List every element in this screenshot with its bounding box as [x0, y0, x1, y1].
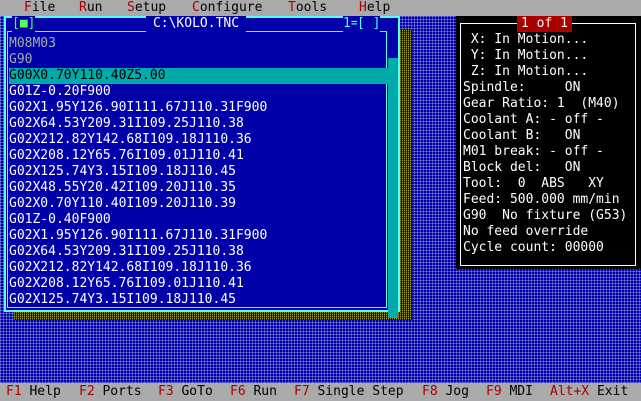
gcode-line[interactable]: G01Z-0.40F900 — [9, 212, 389, 228]
status-feed-override: No feed override — [463, 224, 589, 239]
fkey-jog[interactable]: F8 Jog — [422, 384, 469, 400]
menu-file-label: ile — [31, 0, 56, 15]
gcode-line[interactable]: G90 — [9, 52, 389, 68]
zoom-box-icon[interactable]: [ ] — [357, 16, 381, 32]
editor-title: C:\KOLO.TNC — [146, 16, 246, 32]
status-fixture: G90 No fixture (G53) — [463, 208, 628, 223]
fkey-key: F1 — [6, 384, 22, 399]
status-feed: Feed: 500.000 mm/min — [463, 192, 620, 207]
gcode-listing[interactable]: M08M03 G90 G00X0.70Y110.40Z5.00 G01Z-0.2… — [9, 36, 389, 308]
fkey-mdi[interactable]: F9 MDI — [486, 384, 533, 400]
fkey-single-step[interactable]: F7 Single Step — [294, 384, 404, 400]
status-lines: X: In Motion... Y: In Motion... Z: In Mo… — [463, 32, 627, 256]
menu-tools-label: ools — [295, 0, 328, 15]
status-page-badge: 1 of 1 — [517, 16, 572, 32]
gcode-line[interactable]: G02X0.70Y110.40I109.20J110.39 — [9, 196, 389, 212]
menu-setup-hotkey: S — [127, 0, 135, 15]
menu-configure-hotkey: C — [192, 0, 200, 15]
menu-configure-label: onfigure — [199, 0, 263, 15]
menu-help[interactable]: Help — [359, 0, 390, 16]
fkey-key: F2 — [79, 384, 95, 399]
menu-setup-label: etup — [134, 0, 167, 15]
gcode-line[interactable]: G02X125.74Y3.15I109.18J110.45 — [9, 292, 389, 308]
status-frame: 1 of 1 X: In Motion... Y: In Motion... Z… — [460, 16, 636, 266]
fkey-label: Run — [245, 384, 277, 399]
status-cycle-count: Cycle count: 00000 — [463, 240, 604, 255]
vertical-scrollbar[interactable] — [388, 48, 398, 318]
status-y-axis: Y: In Motion... — [463, 48, 589, 63]
gcode-line[interactable]: G02X212.82Y142.68I109.18J110.36 — [9, 132, 389, 148]
gcode-line[interactable]: G02X208.12Y65.76I109.01J110.41 — [9, 148, 389, 164]
close-box-icon[interactable]: [■] — [12, 16, 36, 32]
status-m01-break: M01 break: - off - — [463, 144, 604, 159]
menu-bar: File Run Setup Configure Tools Help — [0, 0, 641, 16]
menu-run-label: un — [86, 0, 103, 15]
menu-tools[interactable]: Tools — [288, 0, 327, 16]
fkey-key: F9 — [486, 384, 502, 399]
gcode-line[interactable]: G02X125.74Y3.15I109.18J110.45 — [9, 164, 389, 180]
menu-tools-hotkey: T — [288, 0, 296, 15]
fkey-key: F8 — [422, 384, 438, 399]
fkey-label: Help — [21, 384, 61, 399]
menu-help-label: elp — [366, 0, 391, 15]
scrollbar-thumb[interactable] — [388, 48, 398, 58]
gcode-line[interactable]: G02X1.95Y126.90I111.67J110.31F900 — [9, 100, 389, 116]
status-tool: Tool: 0 ABS XY — [463, 176, 604, 191]
menu-run[interactable]: Run — [79, 0, 102, 16]
fkey-key: F6 — [230, 384, 246, 399]
fkey-label: Exit — [589, 384, 629, 399]
menu-file-hotkey: F — [24, 0, 32, 15]
menu-run-hotkey: R — [79, 0, 87, 15]
gcode-line[interactable]: G02X1.95Y126.90I111.67J110.31F900 — [9, 228, 389, 244]
status-x-axis: X: In Motion... — [463, 32, 589, 47]
fkey-label: Ports — [94, 384, 142, 399]
fkey-label: Single Step — [309, 384, 404, 399]
fkey-exit[interactable]: Alt+X Exit — [550, 384, 628, 400]
menu-setup[interactable]: Setup — [127, 0, 166, 16]
editor-titlebar: [■] C:\KOLO.TNC 1= [ ] — [6, 16, 398, 32]
gcode-line[interactable]: G02X48.55Y20.42I109.20J110.35 — [9, 180, 389, 196]
menu-help-hotkey: H — [359, 0, 367, 15]
fkey-key: Alt+X — [550, 384, 590, 399]
status-gear-ratio: Gear Ratio: 1 (M40) — [463, 96, 620, 111]
gcode-line[interactable]: G01Z-0.20F900 — [9, 84, 389, 100]
fkey-ports[interactable]: F2 Ports — [79, 384, 142, 400]
fkey-goto[interactable]: F3 GoTo — [158, 384, 213, 400]
gcode-line[interactable]: G02X212.82Y142.68I109.18J110.36 — [9, 260, 389, 276]
fkey-help[interactable]: F1 Help — [6, 384, 61, 400]
machine-status-panel: 1 of 1 X: In Motion... Y: In Motion... Z… — [456, 16, 641, 269]
status-spindle: Spindle: ON — [463, 80, 581, 95]
gcode-line[interactable]: G02X208.12Y65.76I109.01J110.41 — [9, 276, 389, 292]
fkey-key: F7 — [294, 384, 310, 399]
fkey-label: Jog — [437, 384, 469, 399]
gcode-line-selected[interactable]: G00X0.70Y110.40Z5.00 — [9, 68, 389, 84]
menu-file[interactable]: File — [24, 0, 55, 16]
fkey-run[interactable]: F6 Run — [230, 384, 277, 400]
menu-configure[interactable]: Configure — [192, 0, 262, 16]
status-block-delete: Block del: ON — [463, 160, 581, 175]
gcode-line[interactable]: G02X64.53Y209.31I109.25J110.38 — [9, 244, 389, 260]
fkey-label: MDI — [501, 384, 533, 399]
status-coolant-a: Coolant A: - off - — [463, 112, 604, 127]
status-z-axis: Z: In Motion... — [463, 64, 589, 79]
fkey-label: GoTo — [173, 384, 213, 399]
status-coolant-b: Coolant B: ON — [463, 128, 581, 143]
editor-window: [■] C:\KOLO.TNC 1= [ ] M08M03 G90 G00X0.… — [4, 16, 400, 318]
gcode-line[interactable]: G02X64.53Y209.31I109.25J110.38 — [9, 116, 389, 132]
fkey-key: F3 — [158, 384, 174, 399]
gcode-line[interactable]: M08M03 — [9, 36, 389, 52]
function-key-bar: F1 Help F2 Ports F3 GoTo F6 Run F7 Singl… — [0, 383, 641, 401]
